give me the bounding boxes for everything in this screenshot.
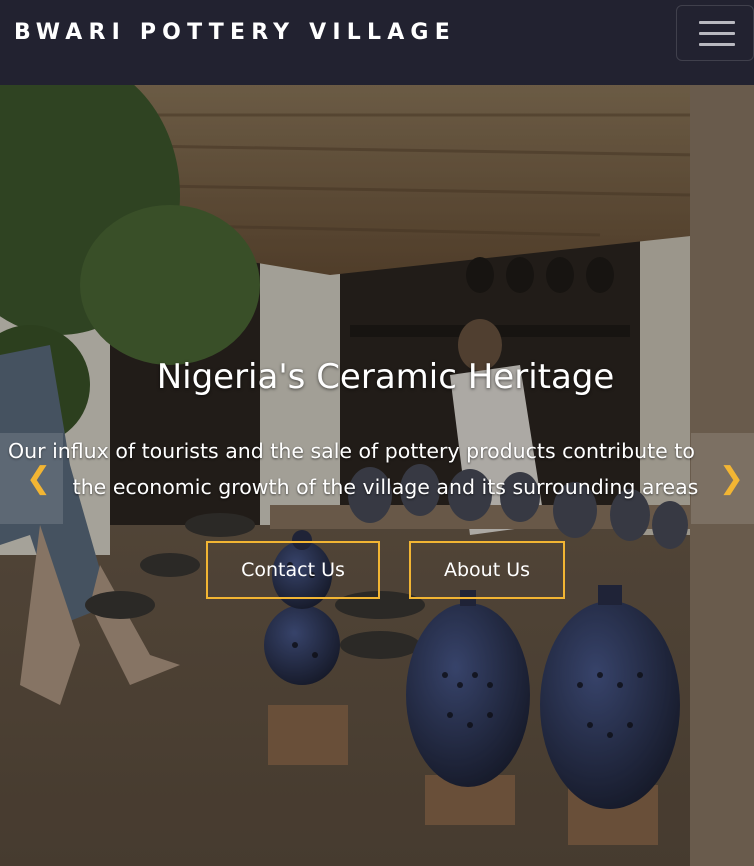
- contact-us-button[interactable]: Contact Us: [206, 541, 380, 599]
- hero-carousel: Nigeria's Ceramic Heritage Our influx of…: [0, 85, 754, 866]
- hamburger-menu-icon: [699, 21, 735, 24]
- chevron-right-icon: ❯: [718, 461, 744, 496]
- hero-subtitle-line2: the economic growth of the village and i…: [72, 475, 699, 499]
- navbar: BWARI POTTERY VILLAGE: [0, 0, 754, 85]
- hero-subtitle: Our influx of tourists and the sale of p…: [0, 433, 754, 524]
- carousel-next-button[interactable]: ❯: [691, 433, 754, 524]
- chevron-left-icon: ❮: [26, 461, 52, 496]
- hamburger-menu-icon: [699, 43, 735, 46]
- brand-title[interactable]: BWARI POTTERY VILLAGE: [14, 20, 456, 45]
- menu-toggle-button[interactable]: [676, 5, 754, 61]
- about-us-button[interactable]: About Us: [409, 541, 565, 599]
- carousel-prev-button[interactable]: ❮: [0, 433, 63, 524]
- hero-subtitle-line1: Our influx of tourists and the sale of p…: [8, 439, 695, 463]
- hamburger-menu-icon: [699, 32, 735, 35]
- hero-title: Nigeria's Ceramic Heritage: [156, 357, 615, 397]
